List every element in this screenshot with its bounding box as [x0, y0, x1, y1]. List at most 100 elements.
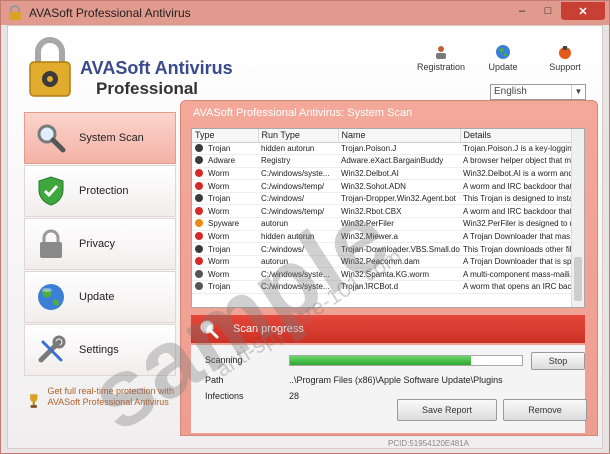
name-cell: Win32.Sohot.ADN	[338, 179, 460, 193]
registration-button[interactable]: Registration	[417, 44, 465, 72]
type-cell: Trojan	[192, 242, 258, 256]
table-row[interactable]: Worm C:/windows/syste... Win32.Delbot.AI…	[192, 167, 572, 181]
column-header-name[interactable]: Name	[338, 129, 461, 143]
infections-count: 28	[289, 391, 300, 401]
run-type-cell: C:/windows/	[258, 242, 338, 256]
type-text: Worm	[208, 168, 230, 178]
type-text: Trojan	[208, 143, 231, 153]
sidebar: System Scan Protection Privacy Update Se…	[24, 112, 176, 377]
magnifier-icon	[37, 124, 66, 153]
table-row[interactable]: Trojan hidden autorun Trojan.Poison.J Tr…	[192, 142, 572, 156]
type-text: Trojan	[208, 194, 231, 204]
minimize-button[interactable]: –	[509, 2, 535, 20]
run-type-cell: hidden autorun	[258, 230, 338, 244]
table-row[interactable]: Worm C:/windows/temp/ Win32.Sohot.ADN A …	[192, 179, 572, 193]
column-header-type[interactable]: Type	[192, 129, 259, 143]
threat-dot-icon	[195, 219, 203, 228]
scan-progress-bar	[289, 355, 523, 366]
promo[interactable]: Get full real-time protection with AVASo…	[28, 386, 178, 416]
column-header-details[interactable]: Details	[460, 129, 573, 143]
pcid-text: PCID:51954120E481A	[388, 439, 469, 448]
threat-dot-icon	[195, 194, 203, 203]
type-text: Spyware	[208, 219, 240, 229]
name-cell: Win32.Delbot.AI	[338, 167, 460, 181]
scan-progress-title: Scan progress	[233, 323, 304, 335]
type-cell: Worm	[192, 267, 258, 282]
scrollbar-thumb[interactable]	[574, 257, 582, 301]
close-button[interactable]: ✕	[561, 2, 605, 20]
globe-icon	[496, 45, 510, 59]
details-cell: Win32.Delbot.AI is a worm and...	[460, 167, 572, 181]
padlock-icon	[40, 229, 62, 258]
name-cell: Win32.Peacomm.dam	[338, 255, 460, 269]
header: AVASoft Antivirus Professional Registrat…	[8, 26, 602, 108]
sidebar-item-system-scan[interactable]: System Scan	[24, 112, 176, 164]
name-cell: Win32.Miewer.a	[338, 230, 460, 244]
window-title: AVASoft Professional Antivirus	[29, 6, 191, 20]
table-row[interactable]: Trojan C:/windows/ Trojan-Dropper.Win32.…	[192, 192, 572, 206]
name-cell: Win32.PerFiler	[338, 217, 460, 231]
client-area: AVASoft Antivirus Professional Registrat…	[7, 25, 603, 449]
sidebar-item-privacy[interactable]: Privacy	[24, 218, 176, 270]
update-top-button[interactable]: Update	[480, 44, 526, 72]
column-header-run-type[interactable]: Run Type	[258, 129, 339, 143]
save-report-button[interactable]: Save Report	[397, 399, 497, 421]
threat-dot-icon	[195, 231, 203, 240]
threat-dot-icon	[195, 257, 203, 266]
app-window: AVASoft Professional Antivirus – □ ✕ AVA…	[0, 0, 610, 454]
type-text: Trojan	[208, 282, 231, 292]
type-text: Trojan	[208, 244, 231, 254]
table-row[interactable]: Trojan C:/windows/ Trojan-Downloader.VBS…	[192, 242, 572, 256]
remove-button[interactable]: Remove	[503, 399, 587, 421]
stop-button[interactable]: Stop	[531, 352, 585, 370]
chevron-down-icon: ▼	[571, 85, 585, 99]
run-type-cell: hidden autorun	[258, 142, 338, 156]
support-label: Support	[549, 62, 581, 72]
support-button[interactable]: Support	[542, 44, 588, 72]
type-text: Worm	[208, 269, 230, 279]
type-cell: Trojan	[192, 142, 258, 156]
sidebar-item-label: Settings	[79, 344, 119, 356]
run-type-cell: C:/windows/temp/	[258, 204, 338, 219]
system-scan-panel: AVASoft Professional Antivirus: System S…	[180, 100, 598, 436]
table-row[interactable]: Spyware autorun Win32.PerFiler Win32.Per…	[192, 217, 572, 231]
language-select[interactable]: English ▼	[490, 84, 586, 100]
scan-progress-fill	[290, 356, 471, 365]
sidebar-item-label: Privacy	[79, 238, 116, 250]
table-scrollbar[interactable]	[571, 129, 584, 307]
details-cell: This Trojan is designed to insta...	[460, 192, 572, 206]
type-cell: Trojan	[192, 280, 258, 294]
trophy-icon	[30, 394, 38, 408]
table-body: Trojan hidden autorun Trojan.Poison.J Tr…	[192, 142, 572, 294]
name-cell: Win32.Rbot.CBX	[338, 204, 460, 219]
path-label: Path	[205, 375, 224, 385]
update-top-label: Update	[488, 62, 518, 72]
name-cell: Win32.Spamta.KG.worm	[338, 267, 460, 282]
table-row[interactable]: Worm autorun Win32.Peacomm.dam A Trojan …	[192, 255, 572, 269]
table-row[interactable]: Worm C:/windows/temp/ Win32.Rbot.CBX A w…	[192, 204, 572, 219]
shield-icon	[38, 176, 64, 206]
name-cell: Trojan-Downloader.VBS.Small.do	[338, 242, 460, 256]
table-row[interactable]: Adware Registry Adware.eXact.BargainBudd…	[192, 154, 572, 168]
details-cell: Win32.PerFiler is designed to r...	[460, 217, 572, 231]
name-cell: Adware.eXact.BargainBuddy	[338, 154, 460, 168]
type-cell: Trojan	[192, 192, 258, 206]
support-icon	[559, 46, 571, 59]
sidebar-item-protection[interactable]: Protection	[24, 165, 176, 217]
type-text: Adware	[208, 156, 236, 166]
table-row[interactable]: Trojan C:/windows/syste... Trojan.IRCBot…	[192, 280, 572, 294]
window-controls: – □ ✕	[509, 2, 605, 20]
table-row[interactable]: Worm hidden autorun Win32.Miewer.a A Tro…	[192, 230, 572, 244]
threat-dot-icon	[195, 282, 203, 291]
maximize-button[interactable]: □	[535, 2, 561, 20]
threat-dot-icon	[195, 269, 203, 278]
scanning-label: Scanning	[205, 355, 243, 365]
scan-progress-body: Scanning Stop Path ..\Program Files (x86…	[191, 345, 587, 433]
threat-dot-icon	[195, 143, 203, 152]
sidebar-item-label: Protection	[79, 185, 129, 197]
title-bar[interactable]: AVASoft Professional Antivirus – □ ✕	[1, 1, 609, 25]
threat-dot-icon	[195, 206, 203, 215]
sidebar-item-update[interactable]: Update	[24, 271, 176, 323]
sidebar-item-settings[interactable]: Settings	[24, 324, 176, 376]
table-row[interactable]: Worm C:/windows/syste... Win32.Spamta.KG…	[192, 267, 572, 282]
